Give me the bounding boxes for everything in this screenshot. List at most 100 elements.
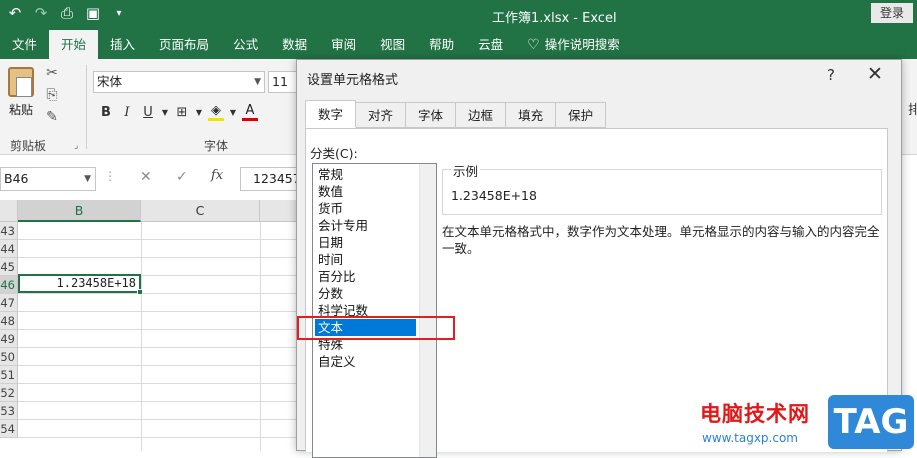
borders-icon[interactable]: ⊞ xyxy=(174,105,190,120)
tab-font[interactable]: 字体 xyxy=(406,102,457,128)
row-header[interactable]: 53 xyxy=(0,402,18,420)
lightbulb-icon: ♡ xyxy=(527,37,540,53)
tab-home[interactable]: 开始 xyxy=(49,30,99,59)
red-highlight-box xyxy=(297,316,455,340)
list-item[interactable]: 数值 xyxy=(315,183,416,200)
tab-number[interactable]: 数字 xyxy=(305,100,357,128)
font-size-select[interactable]: 11 xyxy=(268,71,298,93)
column-header-d[interactable] xyxy=(260,200,300,222)
tell-me-label: 操作说明搜索 xyxy=(544,37,620,52)
list-item[interactable]: 会计专用 xyxy=(315,217,416,234)
row-header[interactable]: 49 xyxy=(0,330,18,348)
font-name-select[interactable]: 宋体 ▼ xyxy=(93,71,265,93)
gridline xyxy=(18,329,300,330)
name-box[interactable]: B46 ▼ xyxy=(0,167,96,191)
gridline xyxy=(18,437,300,438)
row-header[interactable]: 51 xyxy=(0,366,18,384)
title-bar: ↶ ↷ ⎙ ▣ ▾ 工作簿1.xlsx - Excel 登录 xyxy=(0,0,917,30)
watermark-url: www.tagxp.com xyxy=(702,431,798,445)
tab-border[interactable]: 边框 xyxy=(456,102,507,128)
row-header[interactable]: 46 xyxy=(0,276,18,294)
tab-fill[interactable]: 填充 xyxy=(506,102,557,128)
row-header[interactable]: 44 xyxy=(0,240,18,258)
underline-dropdown-icon[interactable]: ▼ xyxy=(161,108,169,117)
tab-cloud[interactable]: 云盘 xyxy=(466,30,515,59)
worksheet-grid[interactable]: B C 43 44 45 46 47 48 49 50 51 52 53 54 … xyxy=(0,200,300,451)
tab-help[interactable]: 帮助 xyxy=(417,30,466,59)
tell-me-search[interactable]: ♡ 操作说明搜索 xyxy=(515,30,632,59)
column-header-b[interactable]: B xyxy=(18,200,141,222)
tab-insert[interactable]: 插入 xyxy=(98,30,147,59)
list-item[interactable]: 百分比 xyxy=(315,268,416,285)
row-header[interactable]: 48 xyxy=(0,312,18,330)
tab-file[interactable]: 文件 xyxy=(0,30,49,59)
tab-protection[interactable]: 保护 xyxy=(556,102,607,128)
watermark-text: 电脑技术网 xyxy=(700,402,810,426)
row-header[interactable]: 43 xyxy=(0,222,18,240)
ribbon-tabs: 文件 开始 插入 页面布局 公式 数据 审阅 视图 帮助 云盘 ♡ 操作说明搜索 xyxy=(0,30,917,59)
save-icon[interactable]: ▣ xyxy=(84,4,102,22)
tab-formulas[interactable]: 公式 xyxy=(221,30,270,59)
paste-button[interactable]: 粘贴 xyxy=(4,67,38,118)
tab-data[interactable]: 数据 xyxy=(270,30,319,59)
underline-button[interactable]: U xyxy=(140,105,156,120)
cut-icon[interactable]: ✂ xyxy=(42,65,62,81)
list-item[interactable]: 货币 xyxy=(315,200,416,217)
italic-button[interactable]: I xyxy=(119,105,135,120)
enter-icon[interactable]: ✓ xyxy=(176,169,188,185)
row-header[interactable]: 54 xyxy=(0,420,18,438)
list-item[interactable]: 日期 xyxy=(315,234,416,251)
tab-review[interactable]: 审阅 xyxy=(319,30,368,59)
category-scrollbar[interactable] xyxy=(419,164,436,457)
fill-dropdown-icon[interactable]: ▼ xyxy=(229,108,237,117)
cancel-icon[interactable]: ✕ xyxy=(140,169,152,185)
font-size-value: 11 xyxy=(272,74,288,89)
row-header[interactable]: 52 xyxy=(0,384,18,402)
watermark: 电脑技术网 www.tagxp.com TAG xyxy=(700,395,917,451)
list-item[interactable]: 分数 xyxy=(315,285,416,302)
insert-function-button[interactable]: fx xyxy=(211,168,223,183)
row-header[interactable]: 50 xyxy=(0,348,18,366)
login-button[interactable]: 登录 xyxy=(871,3,913,23)
borders-dropdown-icon[interactable]: ▼ xyxy=(195,108,203,117)
format-painter-icon[interactable]: ✎ xyxy=(42,109,62,125)
tab-view[interactable]: 视图 xyxy=(368,30,417,59)
row-header[interactable]: 47 xyxy=(0,294,18,312)
list-item[interactable]: 常规 xyxy=(315,166,416,183)
gridline xyxy=(18,401,300,402)
watermark-tag-logo: TAG xyxy=(828,395,914,449)
copy-icon[interactable]: ⎘ xyxy=(42,87,62,103)
font-group-label: 字体 xyxy=(204,139,229,153)
font-format-buttons: B I U ▼ ⊞ ▼ ◈ ▼ A xyxy=(98,103,258,121)
print-preview-icon[interactable]: ⎙ xyxy=(58,4,76,22)
redo-icon[interactable]: ↷ xyxy=(32,4,50,22)
column-header-c[interactable]: C xyxy=(141,200,260,222)
gridline xyxy=(18,257,300,258)
active-cell-b46[interactable]: 1.23458E+18 xyxy=(18,274,143,295)
paste-label: 粘贴 xyxy=(8,103,33,117)
help-button[interactable]: ? xyxy=(827,66,835,84)
clipboard-launcher-icon[interactable]: ⌟ xyxy=(74,141,78,151)
sort-button-partial[interactable]: 排 xyxy=(908,99,917,118)
dialog-title: 设置单元格格式 xyxy=(307,73,399,88)
fill-color-icon[interactable]: ◈ xyxy=(208,103,224,121)
row-header[interactable]: 45 xyxy=(0,258,18,276)
list-item[interactable]: 自定义 xyxy=(315,353,416,370)
customize-qat-icon[interactable]: ▾ xyxy=(110,8,128,19)
bold-button[interactable]: B xyxy=(98,105,114,120)
list-item[interactable]: 时间 xyxy=(315,251,416,268)
format-description: 在文本单元格格式中，数字作为文本处理。单元格显示的内容与输入的内容完全一致。 xyxy=(442,224,880,256)
gridline xyxy=(18,347,300,348)
dialog-tabs: 数字 对齐 字体 边框 填充 保护 xyxy=(305,100,607,128)
tab-alignment[interactable]: 对齐 xyxy=(356,102,407,128)
close-icon[interactable]: ✕ xyxy=(867,63,883,85)
fill-handle[interactable] xyxy=(137,289,143,295)
gridline xyxy=(18,293,300,294)
undo-icon[interactable]: ↶ xyxy=(6,4,24,22)
select-all-corner[interactable] xyxy=(0,200,18,222)
category-label: 分类(C): xyxy=(310,146,358,161)
tab-page-layout[interactable]: 页面布局 xyxy=(147,30,221,59)
category-list[interactable]: 常规 数值 货币 会计专用 日期 时间 百分比 分数 科学记数 文本 特殊 自定… xyxy=(312,163,437,458)
font-color-button[interactable]: A xyxy=(242,103,258,121)
sample-value: 1.23458E+18 xyxy=(451,188,537,203)
